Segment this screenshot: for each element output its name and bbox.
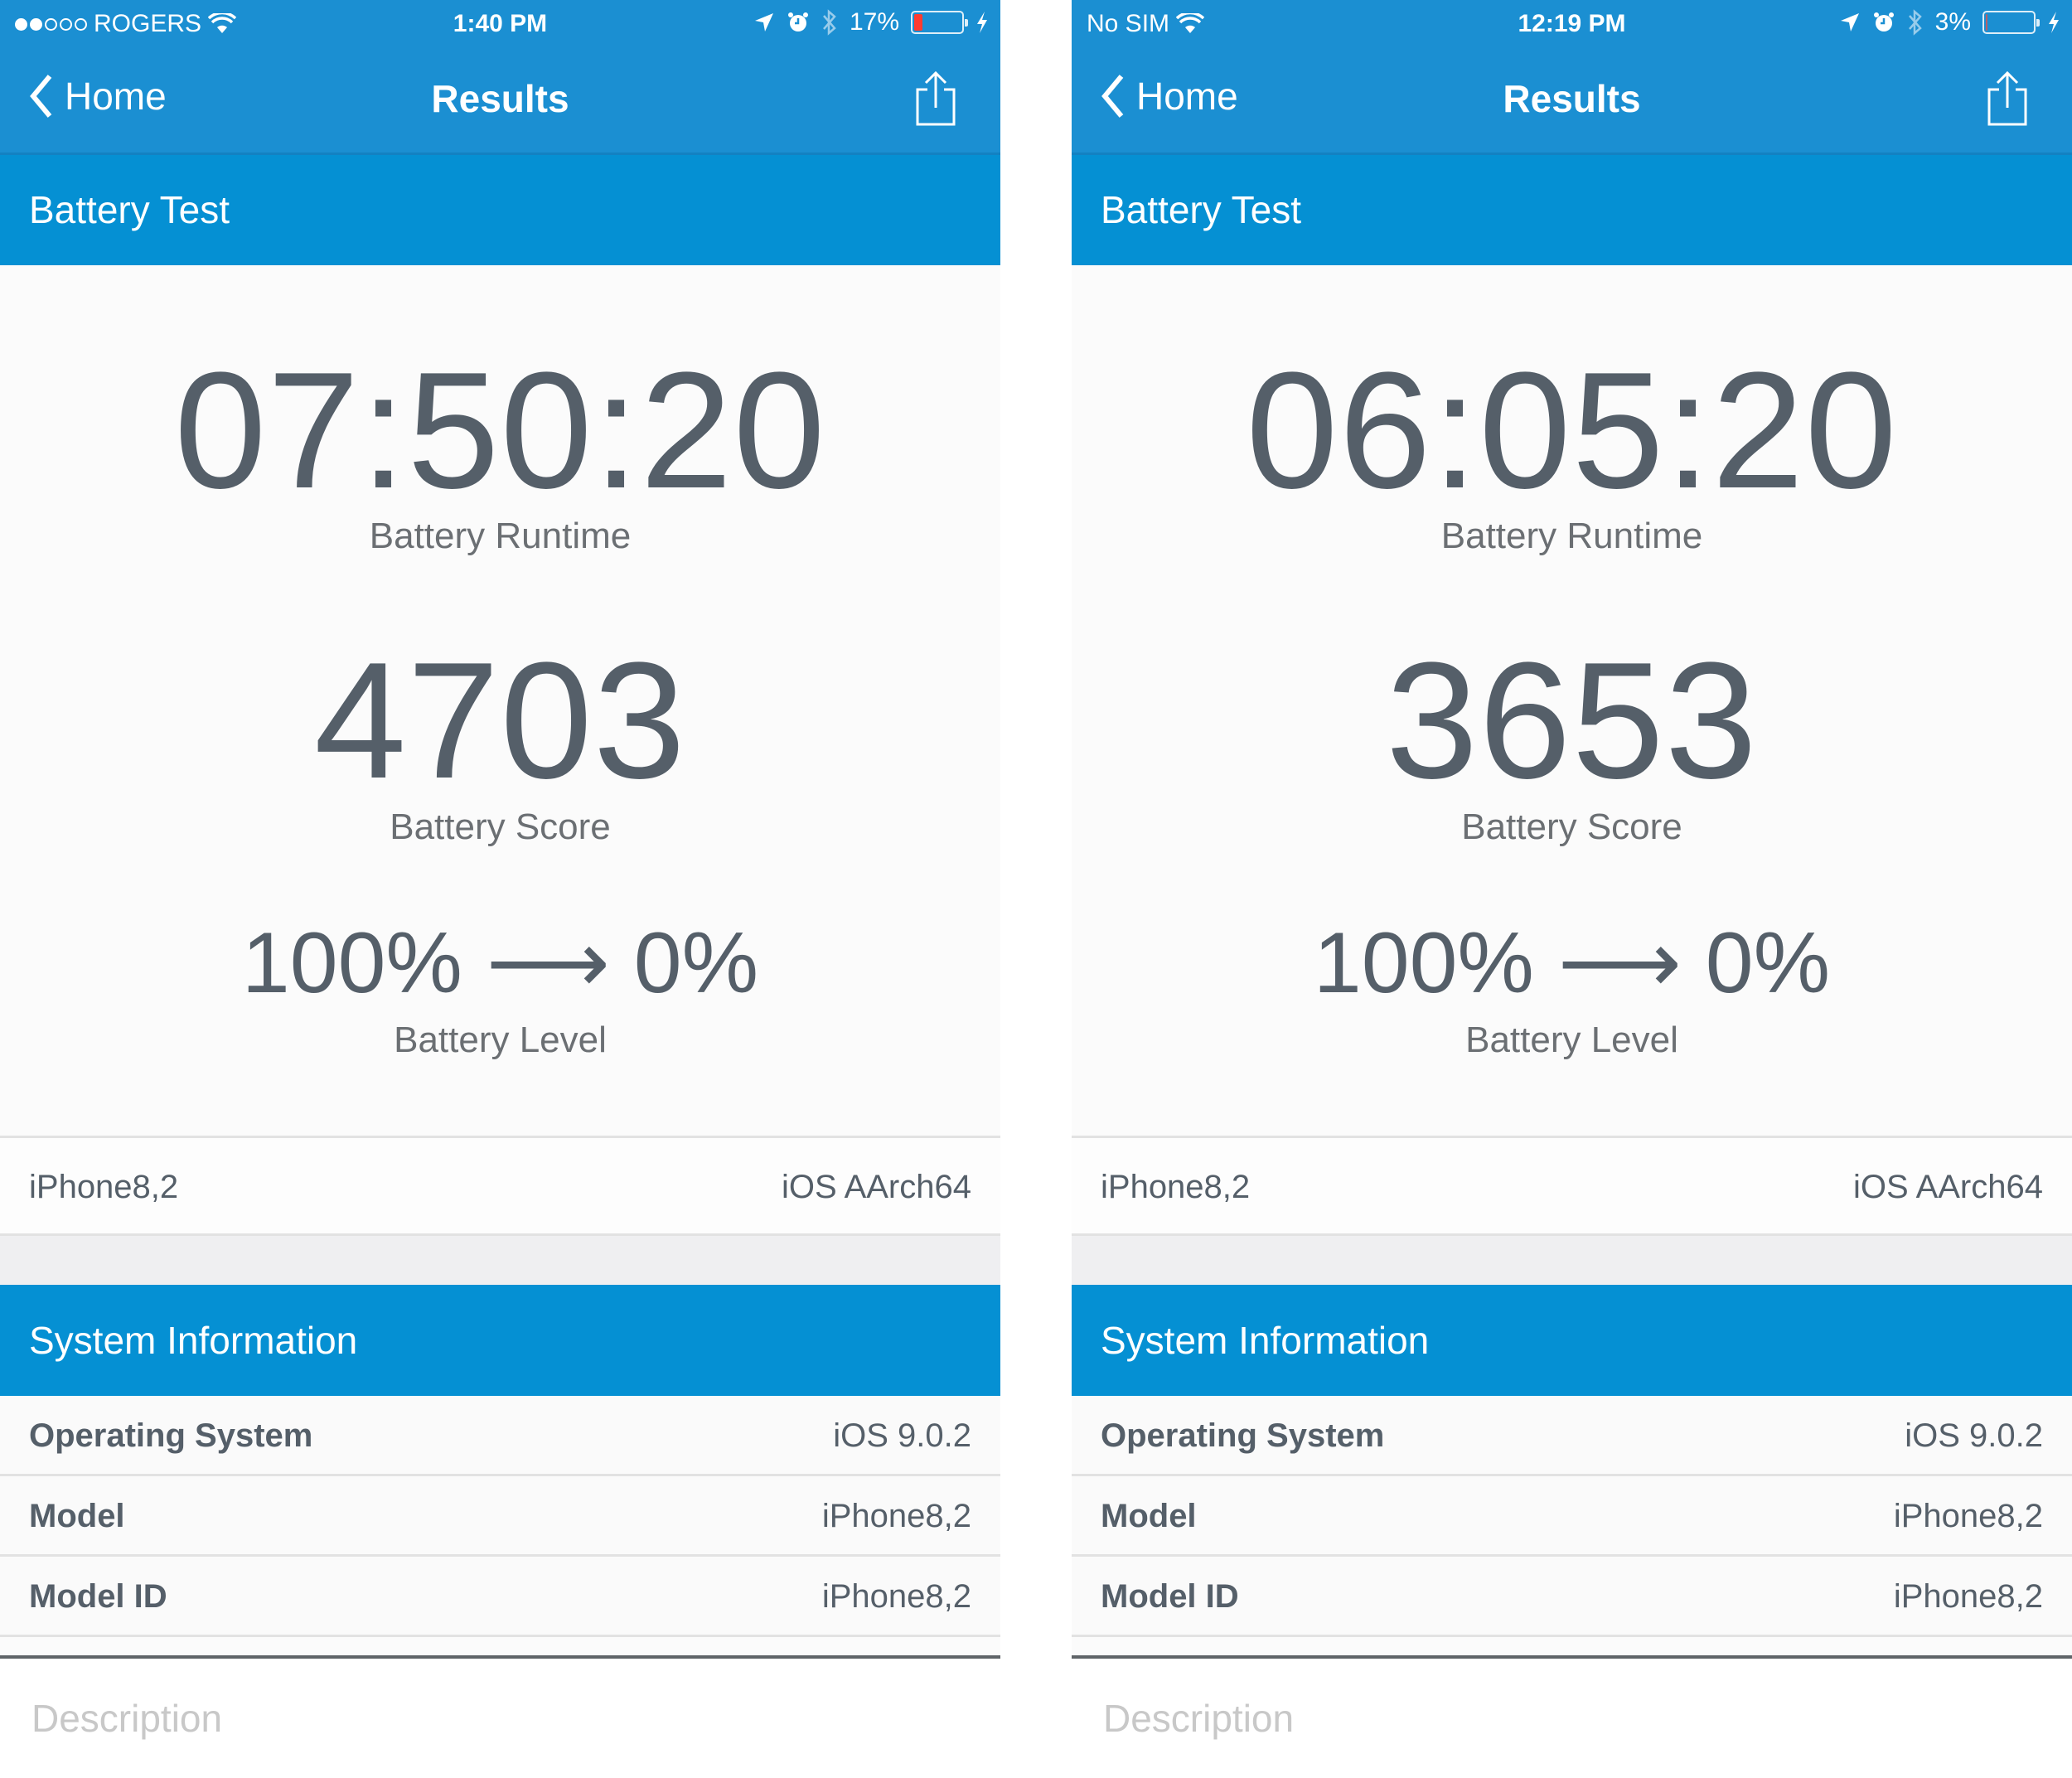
info-value: iPhone8,2: [821, 1498, 971, 1534]
section-header-system-information: System Information: [0, 1285, 1000, 1396]
battery-score-value: 4703: [314, 628, 686, 813]
description-placeholder: Description: [31, 1697, 223, 1740]
status-icons: 17%: [753, 8, 989, 36]
nav-title: Results: [1503, 77, 1641, 120]
device-platform: iOS AArch64: [1852, 1169, 2043, 1205]
divider: [1072, 1655, 2072, 1659]
section-header-system-information: System Information: [1072, 1285, 2072, 1396]
description-placeholder: Description: [1103, 1697, 1295, 1740]
bluetooth-icon: [823, 9, 836, 36]
location-arrow-icon: [754, 13, 773, 31]
info-row-operating-system: Operating System iOS 9.0.2: [0, 1396, 1000, 1476]
divider: [0, 1655, 1000, 1659]
top-bar: No SIM 12:19 PM 3% Home Results: [1072, 0, 2072, 155]
device-model: iPhone8,2: [29, 1169, 179, 1205]
status-bar: No SIM 12:19 PM 3%: [1072, 0, 2072, 53]
info-row-model-id: Model ID iPhone8,2: [0, 1557, 1000, 1637]
battery-score-label: Battery Score: [1461, 807, 1682, 847]
device-row[interactable]: iPhone8,2 iOS AArch64: [1072, 1136, 2072, 1236]
info-key: Model: [29, 1498, 125, 1534]
share-icon: [1987, 70, 2027, 126]
battery-level-value: 100% ⟶ 0%: [0, 920, 1000, 1006]
info-key: Model ID: [29, 1578, 167, 1615]
info-value: iPhone8,2: [821, 1578, 971, 1615]
device-row[interactable]: iPhone8,2 iOS AArch64: [0, 1136, 1000, 1236]
battery-icon: [911, 11, 968, 34]
status-icons: 3%: [1839, 8, 2060, 36]
battery-level-label: Battery Level: [394, 1020, 607, 1060]
info-value: iOS 9.0.2: [833, 1417, 971, 1454]
results-screen-right: No SIM 12:19 PM 3% Home Results Battery …: [1072, 0, 2072, 1778]
info-key: Operating System: [29, 1417, 313, 1454]
battery-percent: 17%: [849, 8, 899, 36]
section-spacer: [1072, 1236, 2072, 1285]
bolt-icon: [977, 12, 987, 33]
battery-score-label: Battery Score: [390, 807, 611, 847]
alarm-clock-icon: [787, 12, 808, 31]
info-value: iPhone8,2: [1893, 1498, 2043, 1534]
bluetooth-icon: [1908, 9, 1922, 36]
info-key: Model: [1101, 1498, 1197, 1534]
info-row-operating-system: Operating System iOS 9.0.2: [1072, 1396, 2072, 1476]
info-value: iPhone8,2: [1893, 1578, 2043, 1615]
info-row-model: Model iPhone8,2: [1072, 1476, 2072, 1557]
battery-score-value: 3653: [1386, 628, 1758, 813]
section-header-battery-test: Battery Test: [1072, 155, 2072, 265]
battery-runtime-value: 07:50:20: [174, 338, 826, 523]
info-value: iOS 9.0.2: [1905, 1417, 2043, 1454]
info-key: Model ID: [1101, 1578, 1239, 1615]
arrow-right-icon: ⟶: [486, 915, 610, 1011]
top-bar: ROGERS 1:40 PM 17% Home Results: [0, 0, 1000, 155]
section-spacer: [0, 1236, 1000, 1285]
device-model: iPhone8,2: [1101, 1169, 1251, 1205]
info-key: Operating System: [1101, 1417, 1385, 1454]
battery-icon: [1982, 11, 2040, 34]
arrow-right-icon: ⟶: [1557, 915, 1682, 1011]
level-to: 0%: [1705, 915, 1831, 1011]
share-button[interactable]: [1986, 70, 2029, 132]
level-from: 100%: [241, 915, 462, 1011]
status-bar: ROGERS 1:40 PM 17%: [0, 0, 1000, 53]
level-from: 100%: [1313, 915, 1534, 1011]
alarm-clock-icon: [1873, 12, 1894, 31]
navigation-bar: Home Results: [1072, 53, 2072, 153]
info-row-model: Model iPhone8,2: [0, 1476, 1000, 1557]
battery-runtime-value: 06:05:20: [1246, 338, 1898, 523]
section-header-battery-test: Battery Test: [0, 155, 1000, 265]
level-to: 0%: [633, 915, 759, 1011]
share-icon: [916, 70, 956, 126]
battery-runtime-label: Battery Runtime: [1440, 516, 1703, 556]
device-platform: iOS AArch64: [781, 1169, 971, 1205]
location-arrow-icon: [1840, 13, 1859, 31]
battery-runtime-label: Battery Runtime: [369, 516, 632, 556]
battery-level-value: 100% ⟶ 0%: [1072, 920, 2072, 1006]
results-screen-left: ROGERS 1:40 PM 17% Home Results Battery …: [0, 0, 1000, 1778]
navigation-bar: Home Results: [0, 53, 1000, 153]
nav-title: Results: [431, 77, 569, 120]
share-button[interactable]: [914, 70, 957, 132]
battery-percent: 3%: [1934, 8, 1971, 36]
bolt-icon: [2049, 12, 2059, 33]
battery-level-label: Battery Level: [1465, 1020, 1678, 1060]
info-row-model-id: Model ID iPhone8,2: [1072, 1557, 2072, 1637]
